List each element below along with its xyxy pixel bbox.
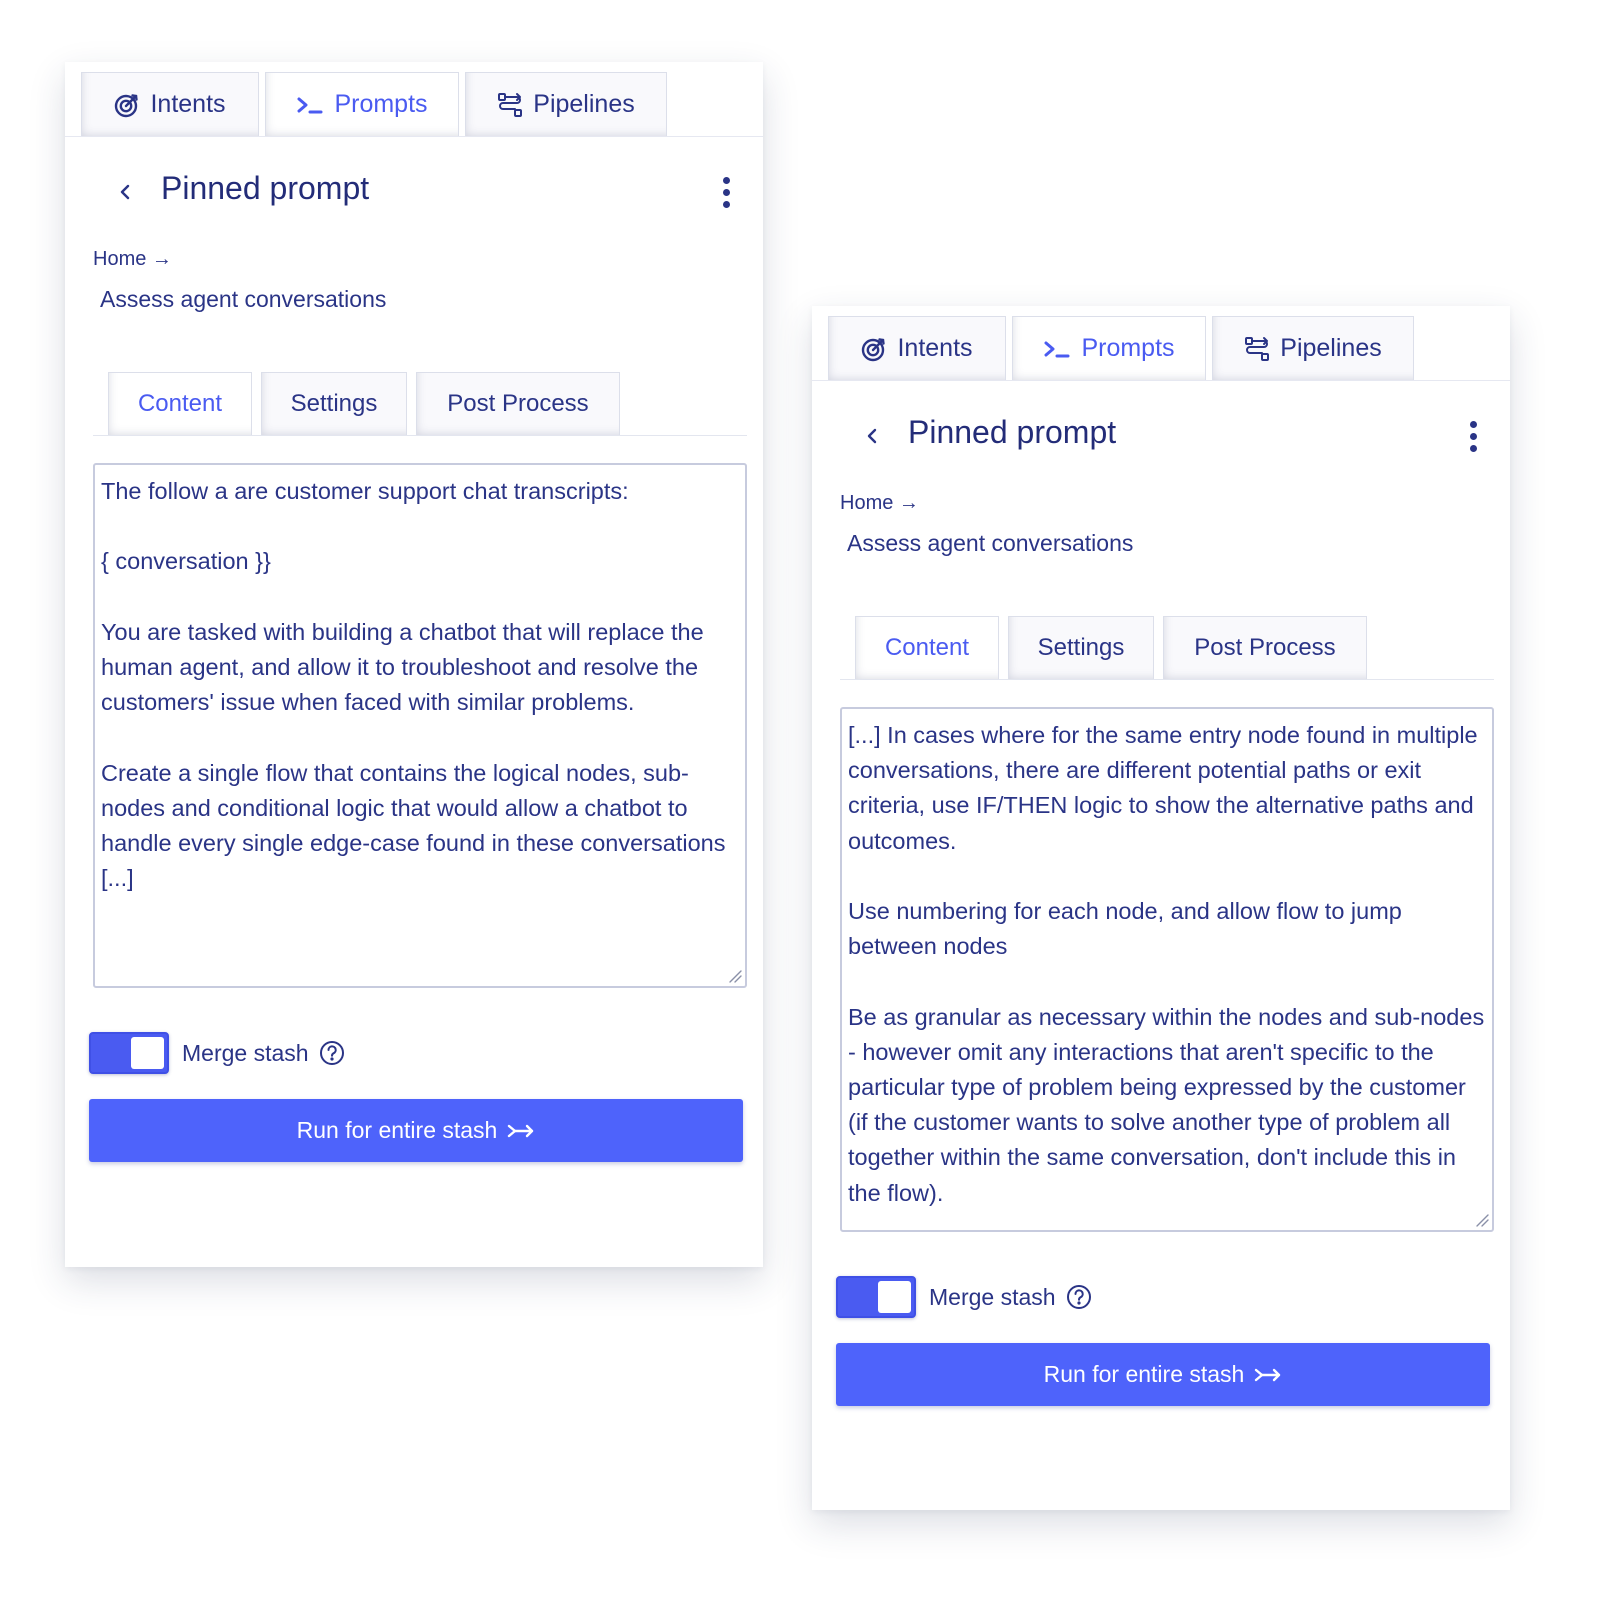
tab-settings[interactable]: Settings	[1008, 616, 1154, 679]
merge-stash-toggle[interactable]	[89, 1032, 169, 1074]
merge-stash-toggle[interactable]	[836, 1276, 916, 1318]
merge-stash-row: Merge stash	[836, 1275, 1092, 1319]
prompt-panel-right: Intents Prompts Pipelines Pinned prompt …	[812, 306, 1510, 1510]
chevron-left-icon	[867, 428, 877, 444]
help-icon[interactable]	[319, 1040, 345, 1066]
tab-intents[interactable]: Intents	[81, 72, 259, 136]
pipeline-icon	[497, 92, 523, 118]
tab-pipelines[interactable]: Pipelines	[1212, 316, 1414, 380]
help-icon[interactable]	[1066, 1284, 1092, 1310]
run-for-entire-stash-button[interactable]: Run for entire stash	[89, 1099, 743, 1162]
tab-content[interactable]: Content	[855, 616, 999, 679]
page-title: Pinned prompt	[161, 170, 370, 206]
kebab-menu-icon[interactable]	[713, 170, 739, 214]
prompt-textarea[interactable]: [...] In cases where for the same entry …	[840, 707, 1494, 1232]
double-arrow-right-icon	[1255, 1368, 1281, 1381]
tab-pipelines-label: Pipelines	[533, 90, 635, 118]
chevron-left-icon	[120, 184, 130, 200]
resize-grip-icon[interactable]	[728, 969, 742, 983]
toggle-knob	[878, 1281, 911, 1313]
prompt-header: Pinned prompt	[812, 406, 1510, 466]
tab-prompts-label: Prompts	[1081, 334, 1175, 362]
prompt-text: The follow a are customer support chat t…	[101, 478, 726, 892]
target-icon	[861, 336, 887, 362]
top-tab-bar: Intents Prompts Pipelines	[65, 62, 763, 137]
tab-content[interactable]: Content	[108, 372, 252, 435]
sub-tab-bar: Content Settings Post Process	[840, 616, 1494, 680]
tab-prompts-label: Prompts	[334, 90, 428, 118]
resize-grip-icon[interactable]	[1475, 1213, 1489, 1227]
run-for-entire-stash-button[interactable]: Run for entire stash	[836, 1343, 1490, 1406]
breadcrumb[interactable]: Home →	[840, 492, 919, 515]
tab-prompts[interactable]: Prompts	[1012, 316, 1206, 380]
run-button-label: Run for entire stash	[296, 1117, 498, 1143]
tab-pipelines-label: Pipelines	[1280, 334, 1382, 362]
double-arrow-right-icon	[508, 1124, 534, 1137]
kebab-menu-icon[interactable]	[1460, 414, 1486, 458]
prompt-text: [...] In cases where for the same entry …	[848, 722, 1485, 1206]
merge-stash-row: Merge stash	[89, 1031, 345, 1075]
tab-settings[interactable]: Settings	[261, 372, 407, 435]
back-button[interactable]	[110, 174, 140, 210]
terminal-icon	[296, 94, 324, 116]
top-tab-bar: Intents Prompts Pipelines	[812, 306, 1510, 381]
terminal-icon	[1043, 338, 1071, 360]
prompt-panel-left: Intents Prompts Pipelines Pinned prompt …	[65, 62, 763, 1267]
tab-intents[interactable]: Intents	[828, 316, 1006, 380]
tab-post-process[interactable]: Post Process	[1163, 616, 1367, 679]
pipeline-icon	[1244, 336, 1270, 362]
tab-post-process[interactable]: Post Process	[416, 372, 620, 435]
merge-stash-label: Merge stash	[929, 1283, 1056, 1310]
sub-tab-bar: Content Settings Post Process	[93, 372, 747, 436]
back-button[interactable]	[857, 418, 887, 454]
breadcrumb[interactable]: Home →	[93, 248, 172, 271]
page-title: Pinned prompt	[908, 414, 1117, 450]
tab-prompts[interactable]: Prompts	[265, 72, 459, 136]
prompt-subtitle: Assess agent conversations	[847, 530, 1134, 556]
tab-pipelines[interactable]: Pipelines	[465, 72, 667, 136]
tab-intents-label: Intents	[897, 334, 973, 362]
target-icon	[114, 92, 140, 118]
prompt-header: Pinned prompt	[65, 162, 763, 222]
run-button-label: Run for entire stash	[1043, 1361, 1245, 1387]
merge-stash-label: Merge stash	[182, 1039, 309, 1066]
toggle-knob	[131, 1037, 164, 1069]
prompt-subtitle: Assess agent conversations	[100, 286, 387, 312]
prompt-textarea[interactable]: The follow a are customer support chat t…	[93, 463, 747, 988]
tab-intents-label: Intents	[150, 90, 226, 118]
